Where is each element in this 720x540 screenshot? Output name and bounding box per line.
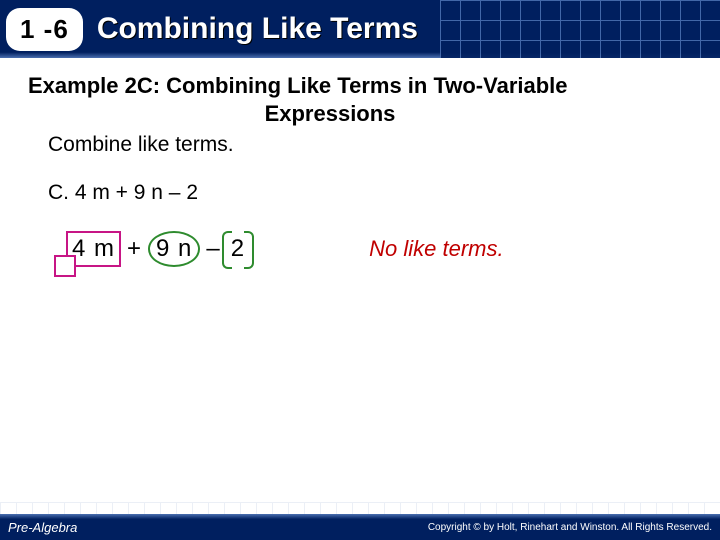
lesson-number-badge: 1 -6 xyxy=(6,8,83,51)
example-title-line1: Example 2C: Combining Like Terms in Two-… xyxy=(28,73,568,98)
header-grid-decoration xyxy=(440,0,720,58)
worked-expression-row: 4 m + 9 n – 2 No like terms. xyxy=(66,231,692,267)
footer-grid-decoration xyxy=(0,502,720,514)
operator-plus: + xyxy=(127,235,142,263)
instruction-text: Combine like terms. xyxy=(48,133,692,157)
term-2: 2 xyxy=(227,233,249,265)
term-4m: 4 m xyxy=(66,231,121,267)
slide-content: Example 2C: Combining Like Terms in Two-… xyxy=(0,58,720,267)
worked-expression: 4 m + 9 n – 2 xyxy=(66,231,249,267)
operator-minus: – xyxy=(206,235,220,263)
term-9n: 9 n xyxy=(148,231,200,267)
slide-footer: Pre-Algebra Copyright © by Holt, Rinehar… xyxy=(0,514,720,540)
slide-header: 1 -6 Combining Like Terms xyxy=(0,0,720,58)
explanation-text: No like terms. xyxy=(369,236,503,262)
example-title: Example 2C: Combining Like Terms in Two-… xyxy=(28,72,692,127)
example-title-line2: Expressions xyxy=(28,100,692,128)
problem-label: C. 4 m + 9 n – 2 xyxy=(48,181,692,205)
lesson-title: Combining Like Terms xyxy=(97,12,418,46)
copyright-text: Copyright © by Holt, Rinehart and Winsto… xyxy=(428,522,712,533)
course-name: Pre-Algebra xyxy=(8,520,77,535)
